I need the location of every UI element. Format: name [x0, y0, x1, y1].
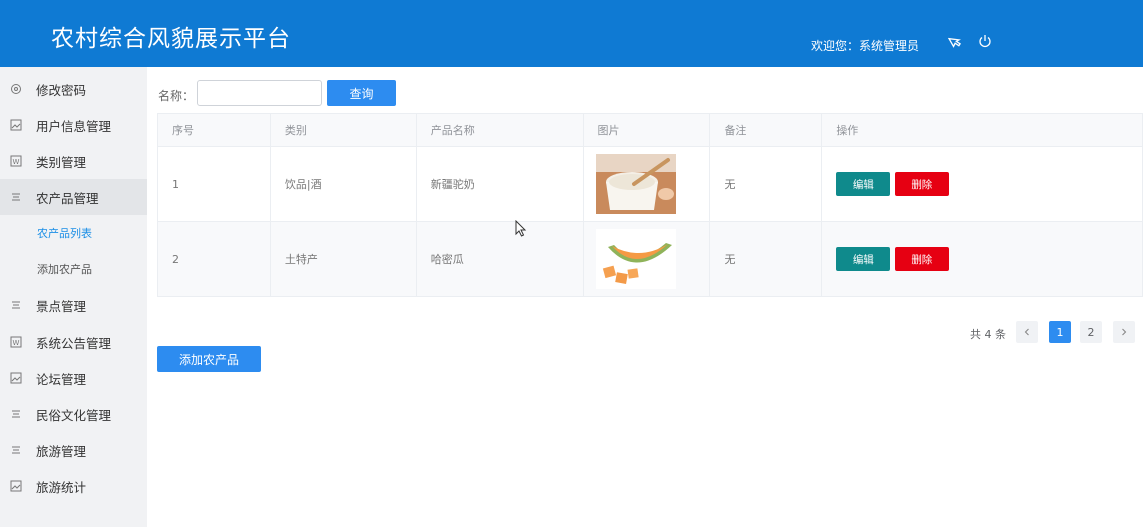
- product-table: 序号 类别 产品名称 图片 备注 操作 1 饮品|酒 新疆驼奶 无 编辑 删除 …: [157, 113, 1143, 297]
- column-header-image: 图片: [582, 113, 711, 147]
- sidebar-item-label: 旅游管理: [36, 443, 87, 459]
- chevron-left-icon: [1024, 328, 1029, 336]
- list-icon: [8, 407, 23, 422]
- word-icon: W: [8, 335, 23, 350]
- image-icon: [8, 118, 23, 133]
- column-header-id: 序号: [157, 113, 271, 147]
- svg-text:W: W: [12, 339, 19, 347]
- sidebar-item-travel[interactable]: 旅游管理: [0, 432, 147, 468]
- sidebar-item-category[interactable]: W 类别管理: [0, 143, 147, 179]
- sidebar-item-products[interactable]: 农产品管理: [0, 179, 147, 215]
- sidebar-item-scenic[interactable]: 景点管理: [0, 287, 147, 323]
- table-row: 2 土特产 哈密瓜 无 编辑 删除: [157, 221, 1143, 297]
- sidebar: 修改密码 用户信息管理 W 类别管理 农产品管理 农产品列表 添加农产品 景点管…: [0, 67, 147, 527]
- pagination-total: 共 4 条: [970, 328, 1006, 341]
- edit-button[interactable]: 编辑: [836, 172, 891, 196]
- cell-actions: 编辑 删除: [821, 221, 1143, 297]
- column-header-category: 类别: [269, 113, 417, 147]
- sidebar-item-label: 旅游统计: [36, 479, 87, 495]
- milk-image: [595, 154, 676, 214]
- search-label: 名称：: [158, 89, 195, 103]
- sidebar-subitem-product-list[interactable]: 农产品列表: [0, 215, 147, 251]
- prev-page-button[interactable]: [1016, 321, 1038, 343]
- cell-name: 哈密瓜: [415, 221, 584, 297]
- list-icon: [8, 443, 23, 458]
- image-icon: [8, 371, 23, 386]
- sidebar-item-announcements[interactable]: W 系统公告管理: [0, 324, 147, 360]
- power-icon[interactable]: [976, 32, 994, 50]
- sidebar-item-label: 修改密码: [36, 82, 87, 98]
- page-button-1[interactable]: 1: [1049, 321, 1071, 343]
- cell-id: 1: [157, 146, 271, 222]
- page-button-2[interactable]: 2: [1080, 321, 1102, 343]
- list-icon: [8, 298, 23, 313]
- sidebar-item-travel-stats[interactable]: 旅游统计: [0, 468, 147, 504]
- cell-image: [582, 221, 711, 297]
- sidebar-item-user-info[interactable]: 用户信息管理: [0, 107, 147, 143]
- cell-id: 2: [157, 221, 271, 297]
- sidebar-subitem-add-product[interactable]: 添加农产品: [0, 251, 147, 287]
- sidebar-item-folk-culture[interactable]: 民俗文化管理: [0, 396, 147, 432]
- sidebar-item-forum[interactable]: 论坛管理: [0, 360, 147, 396]
- image-icon: [8, 479, 23, 494]
- cell-name: 新疆驼奶: [415, 146, 584, 222]
- sidebar-item-label: 类别管理: [36, 154, 87, 170]
- edit-button[interactable]: 编辑: [836, 247, 891, 271]
- sidebar-item-label: 用户信息管理: [36, 118, 112, 134]
- list-icon: [8, 190, 23, 205]
- cell-note: 无: [709, 221, 823, 297]
- table-header-row: 序号 类别 产品名称 图片 备注 操作: [157, 113, 1143, 147]
- welcome-text: 欢迎您：系统管理员: [811, 39, 920, 53]
- table-row: 1 饮品|酒 新疆驼奶 无 编辑 删除: [157, 146, 1143, 222]
- main-content: 名称： 查询 序号 类别 产品名称 图片 备注 操作 1 饮品|酒 新疆驼奶 无…: [147, 67, 1143, 527]
- delete-button[interactable]: 删除: [894, 172, 949, 196]
- sidebar-item-label: 民俗文化管理: [36, 407, 112, 423]
- sidebar-item-label: 论坛管理: [36, 371, 87, 387]
- search-input[interactable]: [197, 80, 322, 106]
- cell-note: 无: [709, 146, 823, 222]
- app-header: 农村综合风貌展示平台 欢迎您：系统管理员: [0, 0, 1143, 67]
- column-header-actions: 操作: [821, 113, 1143, 147]
- sidebar-item-label: 农产品管理: [36, 190, 99, 206]
- column-header-note: 备注: [709, 113, 823, 147]
- delete-button[interactable]: 删除: [894, 247, 949, 271]
- next-page-button[interactable]: [1113, 321, 1135, 343]
- theme-icon[interactable]: [946, 32, 964, 50]
- app-title: 农村综合风貌展示平台: [51, 26, 291, 52]
- sidebar-item-label: 系统公告管理: [36, 335, 112, 351]
- cell-image: [582, 146, 711, 222]
- search-button[interactable]: 查询: [327, 80, 396, 106]
- mouse-cursor-icon: [515, 219, 527, 242]
- sidebar-item-change-password[interactable]: 修改密码: [0, 71, 147, 107]
- add-product-button[interactable]: 添加农产品: [157, 346, 261, 372]
- chevron-right-icon: [1122, 328, 1127, 336]
- cell-category: 土特产: [269, 221, 417, 297]
- cell-actions: 编辑 删除: [821, 146, 1143, 222]
- column-header-name: 产品名称: [415, 113, 584, 147]
- svg-text:W: W: [12, 158, 19, 166]
- cell-category: 饮品|酒: [269, 146, 417, 222]
- word-icon: W: [8, 154, 23, 169]
- settings-icon: [8, 82, 23, 97]
- sidebar-item-label: 景点管理: [36, 298, 87, 314]
- melon-image: [595, 229, 676, 289]
